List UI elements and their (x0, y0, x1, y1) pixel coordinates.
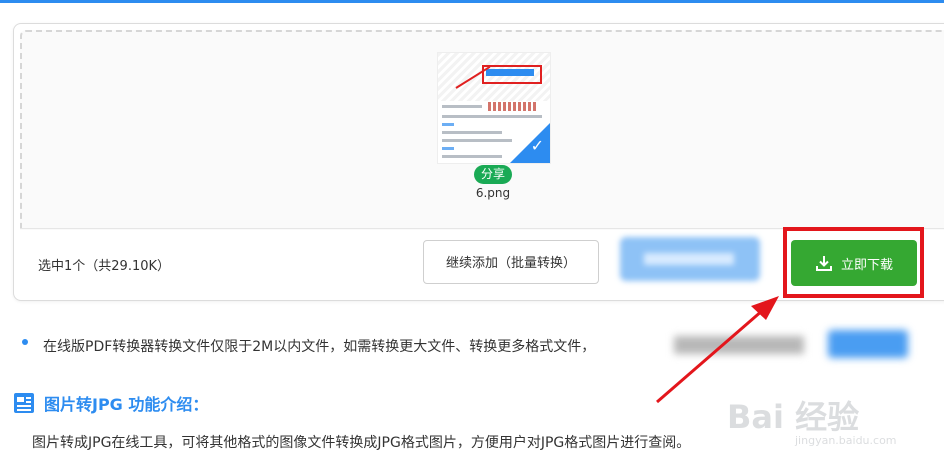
blurred-button[interactable] (620, 237, 760, 281)
bullet-dot (22, 339, 28, 345)
thumbnail-line (442, 155, 502, 158)
watermark-url: jingyan.baidu.com (795, 434, 897, 447)
thumbnail-line (442, 105, 482, 108)
share-button[interactable]: 分享 (474, 165, 512, 184)
thumbnail-link (442, 123, 454, 126)
section-description: 图片转成JPG在线工具，可将其他格式的图像文件转换成JPG格式图片，方便用户对J… (32, 435, 691, 451)
thumbnail-line (442, 139, 512, 142)
thumbnail-button (486, 69, 534, 76)
blurred-text (674, 336, 804, 354)
selection-summary: 选中1个（共29.10K） (38, 259, 171, 274)
thumbnail-line (442, 131, 502, 134)
thumbnail-handwriting (488, 102, 538, 111)
download-highlight-box (783, 227, 924, 298)
size-limit-notice: 在线版PDF转换器转换文件仅限于2M以内文件，如需转换更大文件、转换更多格式文件… (43, 339, 596, 355)
watermark-brand: Bai 经验 (727, 398, 860, 436)
thumbnail-link (442, 147, 454, 150)
check-icon: ✓ (530, 136, 544, 155)
blurred-link-button[interactable] (828, 330, 908, 358)
document-icon (14, 393, 34, 413)
baidu-watermark: Bai 经验 jingyan.baidu.com (705, 390, 905, 447)
top-accent-bar (0, 0, 944, 3)
blurred-button-label (644, 253, 734, 265)
continue-add-button[interactable]: 继续添加（批量转换） (423, 240, 599, 284)
file-name: 6.png (475, 186, 511, 200)
file-thumbnail[interactable]: ✓ (437, 52, 551, 164)
thumbnail-line (442, 115, 542, 118)
section-title: 图片转JPG 功能介绍： (44, 395, 209, 414)
